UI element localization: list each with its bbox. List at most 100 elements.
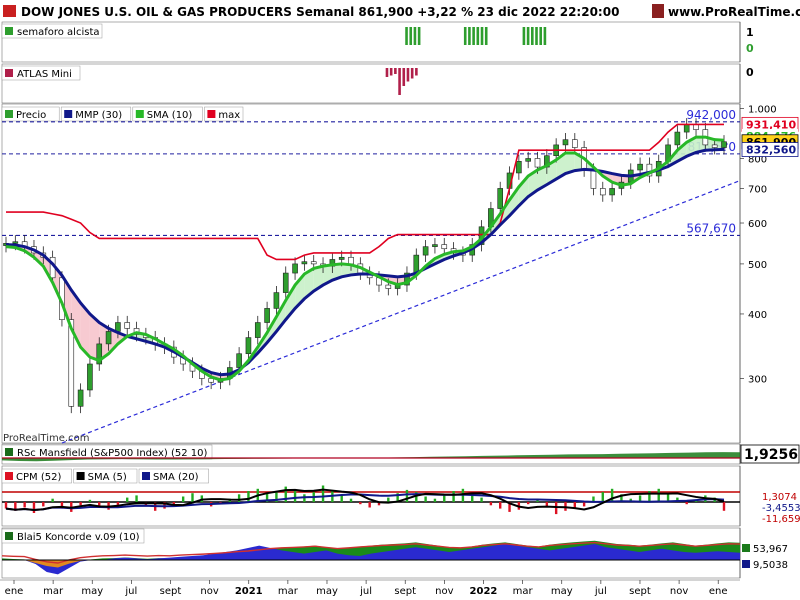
candle-body <box>254 322 261 338</box>
atlas-bar <box>389 68 393 76</box>
cpm-bar <box>237 494 241 502</box>
semaforo-signal-bar <box>526 27 530 45</box>
cpm-bar <box>368 502 371 508</box>
candle-body <box>301 261 308 265</box>
candle-body <box>245 337 252 355</box>
candle-body <box>124 322 131 329</box>
candle-body <box>413 254 420 274</box>
candle-body <box>115 322 121 332</box>
x-tick-label: sept <box>629 586 651 597</box>
legend-swatch <box>5 472 13 480</box>
candle-body <box>236 353 242 368</box>
candle-body <box>105 331 112 345</box>
level-label: 567,670 <box>686 221 736 235</box>
cpm-sma5-line <box>5 488 725 511</box>
semaforo-frame <box>1 21 741 63</box>
candle-body <box>422 246 429 256</box>
candle-body <box>292 263 298 274</box>
x-tick-label: sept <box>160 586 182 597</box>
atlas-frame <box>1 63 741 104</box>
mansfield-title[interactable]: RSc Mansfield (S&P500 Index) (52 10) <box>1 444 213 460</box>
x-tick-label: ene <box>709 586 728 597</box>
semaforo-signal-bar <box>480 27 484 45</box>
semaforo-signal-bar <box>476 27 480 45</box>
candle-body <box>348 256 354 265</box>
legend-label: CPM (52) <box>16 472 61 483</box>
cpm-bar <box>340 495 343 502</box>
semaforo-axis-label: 0 <box>746 42 754 55</box>
cpm-bar <box>582 502 586 507</box>
y-tick-label: 500 <box>748 260 767 271</box>
mansfield-last-value: 1,9256 <box>744 447 798 463</box>
y-tick-label: 700 <box>748 184 767 195</box>
atlas-bar <box>385 68 389 77</box>
semaforo-title[interactable]: semaforo alcista <box>1 23 103 39</box>
koncorde-value-swatch <box>742 560 750 568</box>
chart-canvas: DOW JONES U.S. OIL & GAS PRODUCERS Seman… <box>0 0 800 597</box>
candle-body <box>693 124 699 130</box>
candle-body <box>77 389 84 407</box>
cpm-bar <box>4 502 8 509</box>
cpm-bar <box>443 495 446 502</box>
atlas-bar <box>398 68 401 95</box>
cpm-value-label: -3,4553 <box>762 503 800 514</box>
y-tick-label: 600 <box>748 219 767 230</box>
candle-body <box>264 308 270 323</box>
x-tick-label: jul <box>594 586 607 597</box>
x-tick-label: ene <box>5 586 24 597</box>
semaforo-signal-bar <box>468 27 471 45</box>
candle-body <box>637 163 643 171</box>
cpm-bar <box>424 496 427 502</box>
semaforo-signal-bar <box>413 27 417 45</box>
candle-body <box>338 256 345 260</box>
candle-body <box>534 158 541 168</box>
candle-body <box>674 131 681 146</box>
chart-title: DOW JONES U.S. OIL & GAS PRODUCERS Seman… <box>21 5 619 19</box>
legend-label: SMA (20) <box>153 472 199 483</box>
candle-body <box>385 284 392 289</box>
x-tick-label: mar <box>43 586 64 597</box>
watermark: ProRealTime.com <box>3 433 89 444</box>
cpm-bar <box>126 497 129 502</box>
atlas-title[interactable]: ATLAS Mini <box>1 65 81 81</box>
instrument-icon[interactable] <box>3 5 16 17</box>
legend-swatch <box>207 110 216 118</box>
cpm-bar <box>191 493 194 502</box>
semaforo-axis-label: 1 <box>746 26 754 39</box>
candle-body <box>711 144 718 148</box>
atlas-bar <box>410 68 414 79</box>
cpm-bar <box>321 485 325 502</box>
x-tick-label: nov <box>670 586 688 597</box>
koncorde-orange-area <box>2 560 740 568</box>
semaforo-signal-bar <box>543 27 547 45</box>
candle-body <box>273 292 280 309</box>
cpm-bar <box>23 502 26 508</box>
candle-body <box>599 188 606 196</box>
cpm-bar <box>135 495 138 502</box>
candle-body <box>432 244 438 247</box>
x-tick-label: may <box>81 586 103 597</box>
cpm-bar <box>387 497 390 502</box>
cpm-bar <box>405 489 409 502</box>
candle-body <box>87 363 93 391</box>
ticker-icon[interactable] <box>652 4 664 18</box>
koncorde-title[interactable]: Blai5 Koncorde v.09 (10) <box>1 528 145 544</box>
x-tick-label: 2022 <box>470 586 498 597</box>
candle-body <box>12 241 19 244</box>
cpm-bar <box>79 502 82 506</box>
support-trendline <box>61 180 741 444</box>
atlas-title-text: ATLAS Mini <box>17 69 72 80</box>
semaforo-signal-bar <box>463 27 467 45</box>
atlas-bar <box>402 68 406 86</box>
cpm-bar <box>349 498 353 502</box>
semaforo-signal-bar <box>472 27 475 45</box>
semaforo-signal-bar <box>531 27 534 45</box>
legend-label: MMP (30) <box>75 110 122 121</box>
cpm-bar <box>480 497 483 502</box>
panel-frames <box>0 21 741 581</box>
x-tick-label: 2021 <box>235 586 263 597</box>
cpm-bar <box>359 502 362 505</box>
cpm-bar <box>42 502 45 507</box>
candle-body <box>525 158 531 162</box>
legend-label: SMA (10) <box>147 110 193 121</box>
